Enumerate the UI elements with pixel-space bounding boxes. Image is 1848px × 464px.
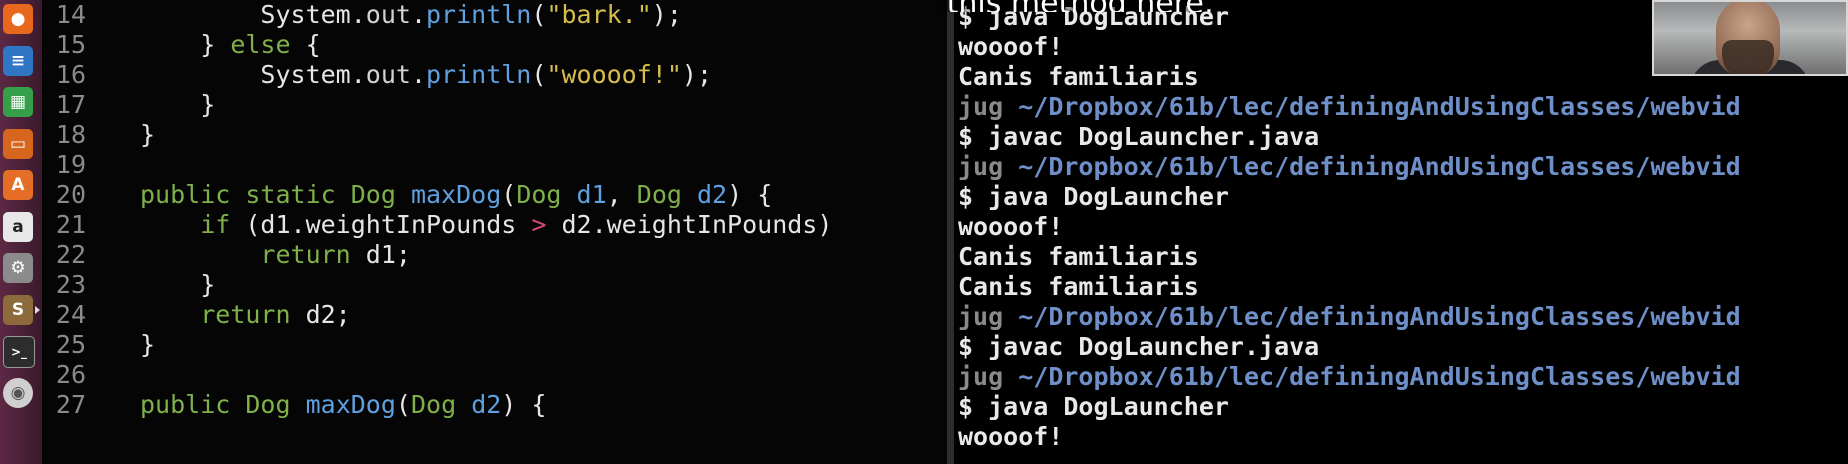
prompt-user: jug: [958, 152, 1019, 181]
code-line[interactable]: public Dog maxDog(Dog d2) {: [140, 390, 546, 420]
code-line[interactable]: System.out.println("woooof!");: [140, 60, 712, 90]
line-number: 14: [55, 0, 86, 29]
code-line[interactable]: public static Dog maxDog(Dog d1, Dog d2)…: [140, 180, 772, 210]
terminal-prompt-line: jug ~/Dropbox/61b/lec/definingAndUsingCl…: [958, 152, 1741, 182]
line-number: 26: [55, 360, 86, 389]
terminal-output-line: Canis familiaris: [958, 62, 1199, 91]
terminal-command-line: $ java DogLauncher: [958, 182, 1229, 211]
webcam-person-beard: [1722, 40, 1774, 74]
terminal-command-line: $ java DogLauncher: [958, 392, 1229, 421]
code-line[interactable]: } else {: [140, 30, 320, 60]
terminal-prompt-line: jug ~/Dropbox/61b/lec/definingAndUsingCl…: [958, 302, 1741, 332]
code-line[interactable]: return d2;: [140, 300, 351, 330]
line-number: 22: [55, 240, 86, 269]
sublime-text-icon[interactable]: S: [3, 294, 40, 325]
webcam-overlay: [1652, 0, 1848, 76]
calc-icon[interactable]: ▦: [3, 87, 33, 117]
software-center-icon[interactable]: A: [3, 170, 33, 200]
line-number: 16: [55, 60, 86, 89]
prompt-path: ~/Dropbox/61b/lec/definingAndUsingClasse…: [1018, 362, 1741, 391]
writer-icon[interactable]: ≡: [3, 45, 33, 76]
line-number: 24: [55, 300, 86, 329]
line-number: 23: [55, 270, 86, 299]
video-caption: this method here,: [800, 0, 1360, 12]
terminal-prompt-line: jug ~/Dropbox/61b/lec/definingAndUsingCl…: [958, 362, 1741, 392]
pane-divider[interactable]: [947, 0, 954, 464]
code-editor[interactable]: 14 15 16 17 18 19 20 21 22 23 24 25 26 27 System.out.…: [42, 0, 947, 464]
prompt-path: ~/Dropbox/61b/lec/definingAndUsingClasse…: [1018, 302, 1741, 331]
impress-icon[interactable]: ▭: [3, 128, 33, 159]
terminal-icon[interactable]: >_: [3, 336, 35, 368]
code-line[interactable]: }: [140, 90, 215, 120]
line-number: 17: [55, 90, 86, 119]
system-settings-icon[interactable]: ⚙: [3, 253, 33, 283]
prompt-path: ~/Dropbox/61b/lec/definingAndUsingClasse…: [1018, 152, 1741, 181]
line-number: 19: [55, 150, 86, 179]
terminal-output-line: Canis familiaris: [958, 242, 1199, 271]
terminal-prompt-line: jug ~/Dropbox/61b/lec/definingAndUsingCl…: [958, 92, 1741, 122]
amazon-icon[interactable]: a: [3, 211, 33, 242]
code-line[interactable]: }: [140, 270, 215, 300]
code-line[interactable]: }: [140, 330, 155, 360]
line-number: 25: [55, 330, 86, 359]
line-number: 27: [55, 390, 86, 419]
prompt-path: ~/Dropbox/61b/lec/definingAndUsingClasse…: [1018, 92, 1741, 121]
prompt-user: jug: [958, 302, 1019, 331]
prompt-user: jug: [958, 92, 1019, 121]
unity-launcher: ● ≡ ▦ ▭ Aa ⚙ S >_ ◉: [0, 0, 42, 464]
line-number: 20: [55, 180, 86, 209]
line-number: 18: [55, 120, 86, 149]
terminal-command-line: $ javac DogLauncher.java: [958, 122, 1320, 151]
terminal-output-line: woooof!: [958, 422, 1064, 451]
line-number: 21: [55, 210, 86, 239]
terminal-output-line: Canis familiaris: [958, 272, 1199, 301]
prompt-user: jug: [958, 362, 1019, 391]
terminal-output-line: woooof!: [958, 212, 1064, 241]
firefox-icon[interactable]: ●: [3, 4, 33, 34]
code-line[interactable]: }: [140, 120, 155, 150]
code-line[interactable]: if (d1.weightInPounds > d2.weightInPound…: [140, 210, 832, 240]
dvd-icon[interactable]: ◉: [3, 377, 33, 408]
line-number: 15: [55, 30, 86, 59]
terminal-command-line: $ javac DogLauncher.java: [958, 332, 1320, 361]
code-line[interactable]: System.out.println("bark.");: [140, 0, 681, 30]
code-line[interactable]: return d1;: [140, 240, 411, 270]
terminal-output-line: woooof!: [958, 32, 1064, 61]
